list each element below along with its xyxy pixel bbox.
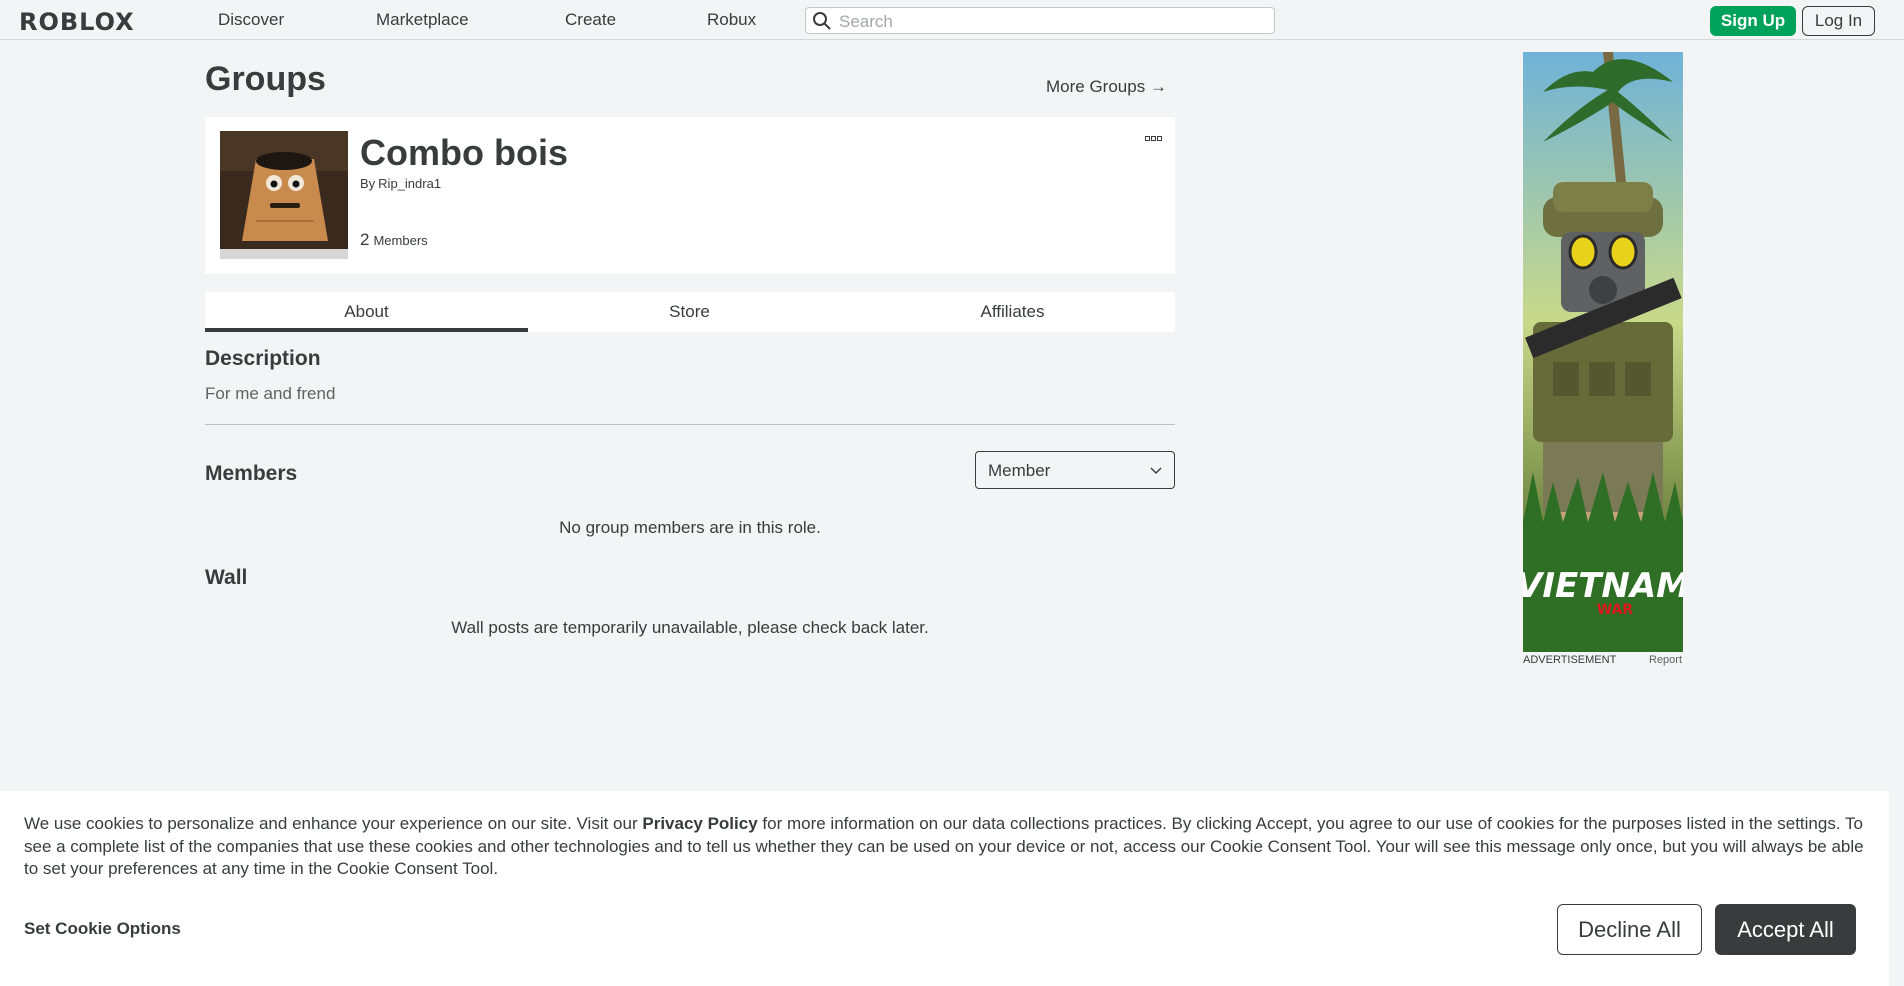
cookie-message: We use cookies to personalize and enhanc… — [24, 813, 1874, 881]
search-icon — [813, 12, 831, 30]
wall-unavailable-message: Wall posts are temporarily unavailable, … — [451, 618, 929, 637]
privacy-policy-link[interactable]: Privacy Policy — [642, 814, 757, 833]
cookie-consent-banner: We use cookies to personalize and enhanc… — [0, 791, 1889, 986]
advertisement-banner[interactable]: VIETNAM WAR — [1523, 52, 1683, 652]
member-count: 2 Members — [360, 230, 428, 250]
group-tabs: About Store Affiliates — [205, 292, 1175, 332]
role-select[interactable]: Member — [975, 451, 1175, 489]
group-emblem — [220, 131, 348, 259]
ad-art-subtitle: WAR — [1597, 602, 1634, 618]
owner-link[interactable]: Rip_indra1 — [378, 176, 441, 191]
member-count-value: 2 — [360, 230, 370, 249]
accept-all-button[interactable]: Accept All — [1715, 904, 1856, 955]
top-navigation-bar: ROBLOX Discover Marketplace Create Robux… — [0, 0, 1904, 40]
members-title: Members — [205, 462, 298, 485]
decline-all-button[interactable]: Decline All — [1557, 904, 1702, 955]
more-groups-link[interactable]: More Groups → — [1046, 77, 1167, 97]
cookie-text-before: We use cookies to personalize and enhanc… — [24, 814, 643, 833]
role-select-value: Member — [988, 461, 1051, 480]
nav-marketplace[interactable]: Marketplace — [376, 10, 469, 30]
search-input[interactable]: Search — [805, 7, 1275, 34]
tab-affiliates[interactable]: Affiliates — [851, 292, 1174, 332]
emblem-strip — [220, 249, 348, 259]
nav-discover[interactable]: Discover — [218, 10, 284, 30]
nav-create[interactable]: Create — [565, 10, 616, 30]
advertisement-art: VIETNAM WAR — [1523, 52, 1683, 652]
more-options-icon[interactable] — [1145, 135, 1163, 143]
member-count-label: Members — [373, 233, 428, 248]
sign-up-button[interactable]: Sign Up — [1710, 6, 1796, 36]
chevron-down-icon — [1150, 467, 1162, 474]
nav-robux[interactable]: Robux — [707, 10, 756, 30]
roblox-logo[interactable]: ROBLOX — [19, 8, 135, 36]
set-cookie-options-link[interactable]: Set Cookie Options — [24, 919, 181, 939]
page-title: Groups — [205, 60, 326, 98]
ad-report-link[interactable]: Report — [1649, 654, 1682, 666]
tab-about[interactable]: About — [205, 292, 528, 332]
advertisement-label: ADVERTISEMENT — [1523, 654, 1617, 666]
section-divider — [205, 424, 1175, 425]
search-placeholder: Search — [839, 12, 893, 31]
ad-art-title: VIETNAM — [1523, 566, 1683, 606]
group-emblem-art — [220, 131, 348, 249]
wall-title: Wall — [205, 566, 248, 589]
description-text: For me and frend — [205, 384, 336, 403]
log-in-button[interactable]: Log In — [1802, 6, 1875, 36]
tab-store[interactable]: Store — [528, 292, 851, 332]
group-name: Combo bois — [360, 132, 568, 173]
description-title: Description — [205, 347, 321, 370]
group-owner-line: By Rip_indra1 — [360, 176, 441, 191]
members-empty-message: No group members are in this role. — [559, 518, 821, 537]
by-prefix: By — [360, 176, 376, 191]
group-header-card: Combo bois By Rip_indra1 2 Members — [205, 117, 1175, 274]
